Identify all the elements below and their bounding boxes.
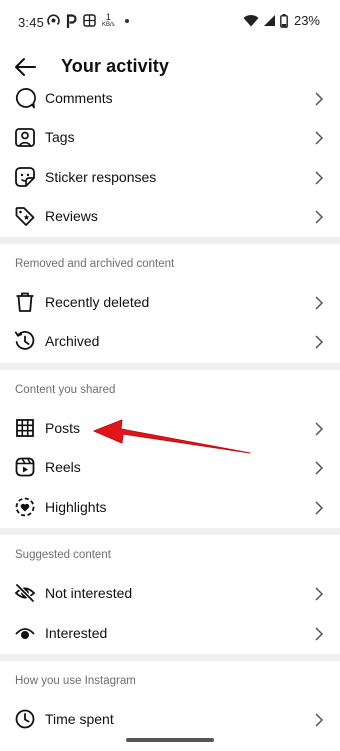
clock-icon [15,709,35,729]
net-speed-value: 1 [105,12,111,22]
eye-off-icon [14,583,36,603]
chevron-right-icon [315,461,324,475]
section-title-how-you-use: How you use Instagram [15,675,136,687]
menu-item-highlights[interactable]: Highlights [0,488,340,528]
grid-icon [16,419,34,437]
chevron-right-icon [315,713,324,727]
pinterest-p-icon [66,13,77,28]
hotspot-icon [47,14,60,26]
battery-percent: 23% [293,13,320,28]
menu-item-posts[interactable]: Posts [0,409,340,449]
menu-item-label: Comments [45,90,113,106]
chevron-right-icon [315,335,324,349]
menu-item-interested[interactable]: Interested [0,614,340,654]
menu-item-sticker-responses[interactable]: Sticker responses [0,158,340,198]
tag-person-icon [15,128,35,147]
reels-icon [15,457,35,477]
archive-history-icon [14,331,35,350]
home-gesture-bar[interactable] [126,738,214,742]
back-arrow-icon[interactable] [12,54,38,80]
menu-item-comments[interactable]: Comments [0,79,340,119]
chevron-right-icon [315,296,324,310]
menu-item-label: Tags [45,129,75,145]
sticker-icon [15,167,35,187]
system-icons: 23% [243,13,320,28]
section-title-content-shared: Content you shared [15,384,116,396]
review-tag-icon [15,207,35,226]
menu-item-label: Recently deleted [45,294,150,310]
section-divider [0,363,340,370]
apps-notification-icon [83,14,96,27]
comment-bubble-icon [15,88,36,109]
highlights-heart-icon [15,497,35,517]
menu-item-archived[interactable]: Archived [0,322,340,362]
section-title-removed-archived: Removed and archived content [15,258,175,270]
eye-icon [15,628,35,639]
battery-icon [280,13,288,28]
menu-item-label: Posts [45,420,81,436]
status-time: 3:45 [18,15,45,30]
section-divider [0,654,340,661]
menu-item-reviews[interactable]: Reviews [0,197,340,237]
more-notifications-dot [124,18,129,23]
trash-icon [16,292,34,312]
section-divider [0,237,340,244]
menu-item-recently-deleted[interactable]: Recently deleted [0,283,340,323]
wifi-icon [243,15,259,27]
section-title-suggested: Suggested content [15,549,111,561]
net-speed: 1 KB/s [102,12,115,29]
menu-item-label: Highlights [45,499,107,515]
chevron-right-icon [315,210,324,224]
menu-item-label: Reviews [45,208,98,224]
menu-item-label: Sticker responses [45,169,157,185]
chevron-right-icon [315,501,324,515]
notification-icons: 1 KB/s [47,13,129,28]
menu-item-label: Archived [45,333,100,349]
page-title: Your activity [61,56,169,76]
menu-item-label: Time spent [45,711,114,727]
section-divider [0,528,340,535]
net-speed-unit: KB/s [102,22,115,28]
menu-item-time-spent[interactable]: Time spent [0,700,340,740]
chevron-right-icon [315,131,324,145]
menu-item-label: Not interested [45,585,133,601]
chevron-right-icon [315,627,324,641]
menu-item-tags[interactable]: Tags [0,118,340,158]
chevron-right-icon [315,422,324,436]
menu-item-not-interested[interactable]: Not interested [0,574,340,614]
chevron-right-icon [315,92,324,106]
cell-signal-icon [263,15,275,26]
menu-item-label: Reels [45,459,81,475]
menu-item-label: Interested [45,625,108,641]
menu-item-reels[interactable]: Reels [0,448,340,488]
chevron-right-icon [315,587,324,601]
chevron-right-icon [315,171,324,185]
status-bar: 3:45 1 KB/s 23% [0,0,340,44]
